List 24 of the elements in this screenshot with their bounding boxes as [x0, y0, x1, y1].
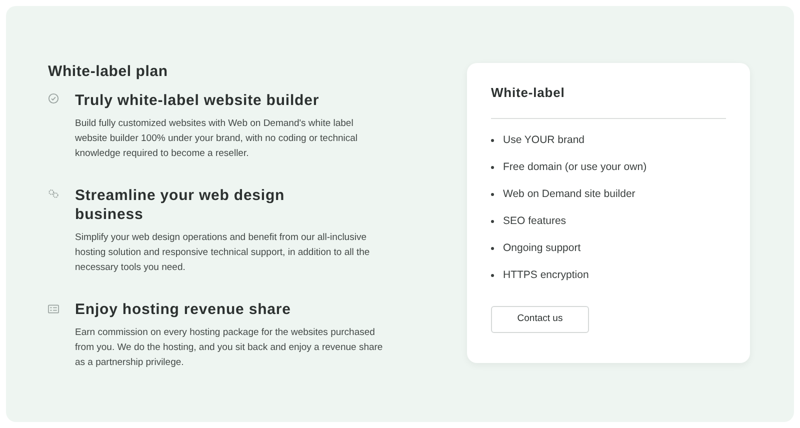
feature-item: Web on Demand site builder: [503, 187, 636, 202]
feature-item: HTTPS encryption: [503, 268, 589, 283]
bullet-icon: [491, 220, 494, 223]
feature-item: SEO features: [503, 214, 566, 229]
feature-description: Earn commission on every hosting package for the websites purchased from you. We do the hosting, and you sit back and enjoy a revenue share as a partnership privilege.: [75, 326, 384, 370]
contact-button[interactable]: Contact us: [491, 306, 589, 333]
bullet-icon: [491, 247, 494, 250]
feature-item: Free domain (or use your own): [503, 160, 647, 175]
bullet-icon: [491, 166, 494, 169]
card-title: White-label: [491, 85, 566, 101]
feature-item: Ongoing support: [503, 241, 581, 256]
check-circle-icon: [48, 93, 59, 104]
bullet-icon: [491, 193, 494, 196]
gears-icon: [48, 188, 59, 199]
feature-title: Truly white-label website builder: [75, 91, 320, 110]
feature-title: Streamline your web design business: [75, 186, 286, 224]
feature-description: Simplify your web design operations and benefit from our all-inclusive hosting solution and responsive technical support, in addition to all the necessary tools you need.: [75, 231, 371, 275]
feature-title: Enjoy hosting revenue share: [75, 300, 292, 319]
feature-description: Build fully customized websites with Web on Demand's white label website builder 100% under your brand, with no coding or technical knowledge required to become a reseller.: [75, 117, 359, 161]
feature-item: Use YOUR brand: [503, 133, 585, 148]
bullet-icon: [491, 139, 494, 142]
section-heading: White-label plan: [48, 63, 169, 81]
bullet-icon: [491, 274, 494, 277]
id-card-icon: [48, 304, 59, 314]
